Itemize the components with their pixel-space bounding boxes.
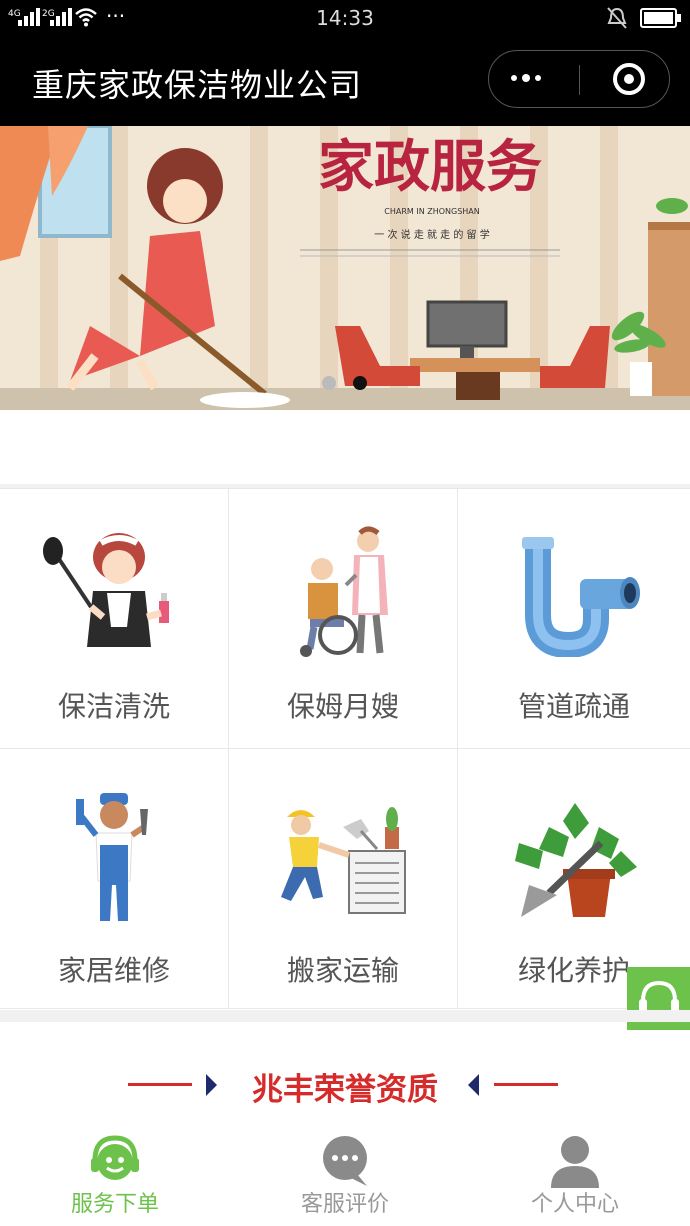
repairman-icon — [76, 793, 148, 921]
caregiver-wheelchair-icon — [300, 526, 388, 657]
status-bar: 4G 2G ··· 14:33 — [0, 0, 690, 36]
title-decoration-line — [494, 1083, 558, 1086]
service-grid: 保洁清洗 保姆月嫂 管道疏通 家居维修 搬家运输 绿化养护 — [0, 488, 690, 1009]
section-title: 兆丰荣誉资质 — [252, 1072, 438, 1108]
banner-illustration: 家政服务 CHARM IN ZHONGSHAN 一 次 说 走 就 走 的 留 … — [0, 126, 690, 410]
banner-subtitle-en: CHARM IN ZHONGSHAN — [384, 207, 480, 216]
service-label: 搬家运输 — [286, 954, 399, 987]
tab-bar: 服务下单 客服评价 个人中心 — [0, 1124, 690, 1226]
service-item-moving[interactable]: 搬家运输 — [229, 749, 458, 1009]
arrow-left-icon — [468, 1074, 479, 1096]
battery-icon — [640, 8, 681, 28]
service-label: 管道疏通 — [517, 690, 630, 723]
close-mini-program-button[interactable] — [613, 63, 645, 95]
page-title: 重庆家政保洁物业公司 — [32, 66, 363, 104]
service-label: 保姆月嫂 — [286, 690, 399, 723]
user-icon — [551, 1136, 599, 1188]
mute-bell-icon — [607, 7, 627, 29]
tab-customer-review[interactable]: 客服评价 — [230, 1124, 460, 1226]
banner-headline: 家政服务 — [318, 134, 542, 200]
carousel-dot-active[interactable] — [353, 376, 367, 390]
tab-label: 客服评价 — [300, 1192, 389, 1217]
service-order-icon — [91, 1135, 139, 1180]
tab-label: 服务下单 — [70, 1192, 159, 1217]
service-item-cleaning[interactable]: 保洁清洗 — [0, 489, 229, 749]
plant-shovel-icon — [515, 803, 637, 917]
section-header-honor: 兆丰荣誉资质 — [0, 1060, 690, 1110]
tab-label: 个人中心 — [530, 1192, 619, 1217]
more-menu-button[interactable] — [511, 74, 555, 85]
service-label: 家居维修 — [57, 954, 170, 987]
service-item-nanny[interactable]: 保姆月嫂 — [229, 489, 458, 749]
tab-personal-center[interactable]: 个人中心 — [460, 1124, 690, 1226]
carousel-dot[interactable] — [322, 376, 336, 390]
service-item-repair[interactable]: 家居维修 — [0, 749, 229, 1009]
maid-cleaning-icon — [43, 533, 169, 647]
navigation-bar: 重庆家政保洁物业公司 — [0, 36, 690, 126]
service-item-pipe[interactable]: 管道疏通 — [458, 489, 690, 749]
tab-service-order[interactable]: 服务下单 — [0, 1124, 230, 1226]
banner-subtitle-cn: 一 次 说 走 就 走 的 留 学 — [374, 228, 489, 241]
pipe-icon — [522, 537, 640, 657]
mini-program-capsule — [488, 50, 670, 108]
service-label: 保洁清洗 — [57, 690, 170, 723]
moving-worker-icon — [281, 807, 406, 914]
capsule-divider — [579, 65, 580, 95]
clock: 14:33 — [316, 6, 374, 30]
chat-bubble-icon — [323, 1136, 367, 1186]
section-divider — [0, 1010, 690, 1022]
banner-carousel[interactable]: 家政服务 CHARM IN ZHONGSHAN 一 次 说 走 就 走 的 留 … — [0, 126, 690, 410]
